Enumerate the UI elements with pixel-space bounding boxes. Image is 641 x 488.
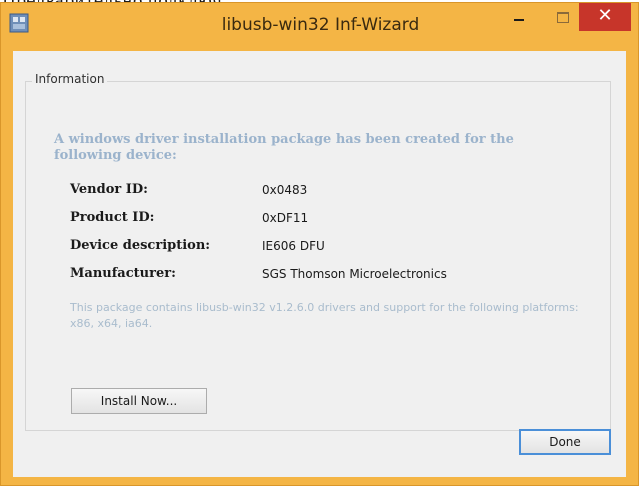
device-description-label: Device description:	[70, 238, 211, 253]
minimize-icon	[514, 19, 524, 21]
done-button[interactable]: Done	[519, 429, 611, 455]
manufacturer-label: Manufacturer:	[70, 266, 176, 281]
maximize-button[interactable]	[545, 3, 581, 33]
information-groupbox: Information A windows driver installatio…	[25, 72, 611, 431]
product-id-label: Product ID:	[70, 210, 155, 225]
minimize-button[interactable]	[501, 3, 537, 33]
product-id-value: 0xDF11	[262, 211, 309, 225]
package-note: This package contains libusb-win32 v1.2.…	[70, 301, 579, 330]
close-button[interactable]: ✕	[579, 3, 631, 31]
device-description-value: IE606 DFU	[262, 239, 325, 253]
maximize-icon	[557, 12, 569, 23]
manufacturer-value: SGS Thomson Microelectronics	[262, 267, 447, 281]
vendor-id-label: Vendor ID:	[70, 182, 148, 197]
title-bar[interactable]: libusb-win32 Inf-Wizard ✕	[1, 3, 638, 51]
install-now-button[interactable]: Install Now...	[71, 388, 207, 414]
info-heading: A windows driver installation package ha…	[54, 132, 514, 163]
dialog-body: Information A windows driver installatio…	[13, 51, 626, 477]
inf-wizard-window: libusb-win32 Inf-Wizard ✕ Information A …	[0, 2, 639, 486]
close-icon: ✕	[597, 5, 613, 26]
vendor-id-value: 0x0483	[262, 183, 308, 197]
groupbox-label: Information	[32, 72, 108, 86]
